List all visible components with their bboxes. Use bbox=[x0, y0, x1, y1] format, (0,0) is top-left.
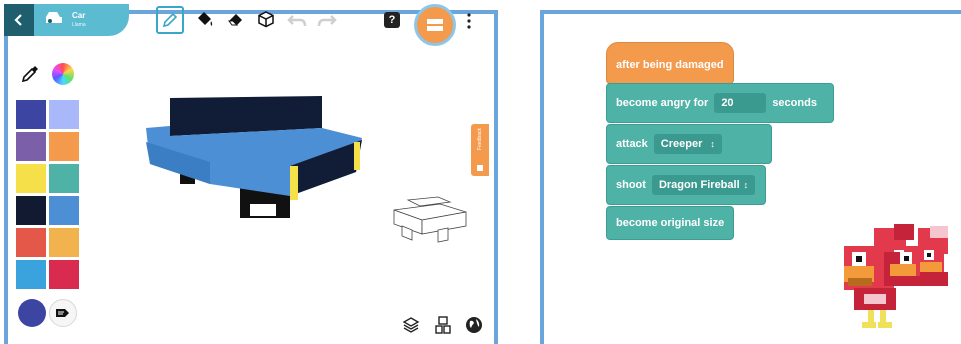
help-button[interactable]: ? bbox=[384, 12, 400, 28]
color-swatch[interactable] bbox=[16, 196, 46, 225]
current-color[interactable] bbox=[18, 299, 46, 327]
back-button[interactable] bbox=[4, 4, 34, 36]
angry-duration-input[interactable]: 20 bbox=[714, 93, 767, 113]
angry-prefix: become angry for bbox=[616, 97, 709, 109]
color-swatch[interactable] bbox=[16, 100, 46, 129]
color-swatch[interactable] bbox=[16, 132, 46, 161]
shoot-projectile-value: Dragon Fireball bbox=[658, 179, 740, 191]
feedback-tab[interactable]: Feedback bbox=[471, 124, 489, 176]
shoot-block[interactable]: shoot Dragon Fireball ↕ bbox=[606, 165, 766, 205]
eraser-tool[interactable] bbox=[223, 6, 249, 32]
feedback-icon bbox=[477, 165, 483, 171]
shoot-label: shoot bbox=[616, 179, 646, 191]
color-swatch[interactable] bbox=[49, 132, 79, 161]
become-angry-block[interactable]: become angry for 20 seconds bbox=[606, 83, 834, 123]
publish-button[interactable] bbox=[414, 4, 456, 46]
layers-icon[interactable] bbox=[402, 316, 420, 334]
tag-button[interactable] bbox=[49, 299, 77, 327]
attack-target-value: Creeper bbox=[660, 138, 703, 150]
color-swatch[interactable] bbox=[16, 260, 46, 289]
shoot-projectile-select[interactable]: Dragon Fireball ↕ bbox=[651, 175, 756, 195]
pencil-icon bbox=[162, 12, 178, 28]
more-icon[interactable] bbox=[466, 12, 472, 30]
tag-icon bbox=[56, 309, 69, 317]
attack-target-select[interactable]: Creeper ↕ bbox=[653, 134, 722, 154]
model-preview bbox=[393, 196, 467, 243]
back-icon bbox=[14, 14, 22, 26]
grid-icon[interactable] bbox=[434, 316, 452, 334]
color-swatch[interactable] bbox=[49, 260, 79, 289]
eyedropper-icon[interactable] bbox=[20, 64, 40, 84]
become-original-size-block[interactable]: become original size bbox=[606, 206, 734, 240]
attack-block[interactable]: attack Creeper ↕ bbox=[606, 124, 772, 164]
project-subtitle: Llama bbox=[72, 22, 86, 28]
select-arrow-icon: ↕ bbox=[710, 139, 715, 149]
paint-bucket-icon bbox=[198, 12, 213, 26]
color-swatch[interactable] bbox=[49, 196, 79, 225]
original-size-label: become original size bbox=[616, 217, 725, 229]
color-swatch[interactable] bbox=[16, 164, 46, 193]
event-label: after being damaged bbox=[616, 59, 724, 71]
publish-icon bbox=[427, 19, 443, 31]
cube-icon bbox=[258, 11, 274, 28]
angry-suffix: seconds bbox=[772, 97, 817, 109]
feedback-label: Feedback bbox=[477, 128, 483, 150]
attack-label: attack bbox=[616, 138, 648, 150]
undo-icon bbox=[287, 15, 307, 27]
event-block[interactable]: after being damaged bbox=[606, 42, 734, 84]
parrot-character bbox=[844, 224, 948, 328]
color-swatch[interactable] bbox=[49, 164, 79, 193]
globe-icon[interactable] bbox=[465, 316, 483, 334]
color-wheel[interactable] bbox=[52, 63, 74, 85]
paint-bucket-tool[interactable] bbox=[192, 6, 218, 32]
select-arrow-icon: ↕ bbox=[743, 180, 749, 190]
color-swatch[interactable] bbox=[49, 100, 79, 129]
car-icon bbox=[46, 12, 62, 23]
redo-button[interactable] bbox=[314, 8, 340, 34]
color-swatch[interactable] bbox=[49, 228, 79, 257]
color-swatch[interactable] bbox=[16, 228, 46, 257]
help-icon: ? bbox=[388, 14, 396, 26]
eraser-icon bbox=[228, 14, 242, 26]
project-title: Car bbox=[72, 11, 86, 20]
car-model bbox=[146, 96, 362, 218]
cube-tool[interactable] bbox=[253, 6, 279, 32]
undo-button[interactable] bbox=[284, 8, 310, 34]
color-palette bbox=[16, 100, 79, 289]
pencil-tool[interactable] bbox=[156, 6, 184, 34]
redo-icon bbox=[317, 15, 337, 27]
